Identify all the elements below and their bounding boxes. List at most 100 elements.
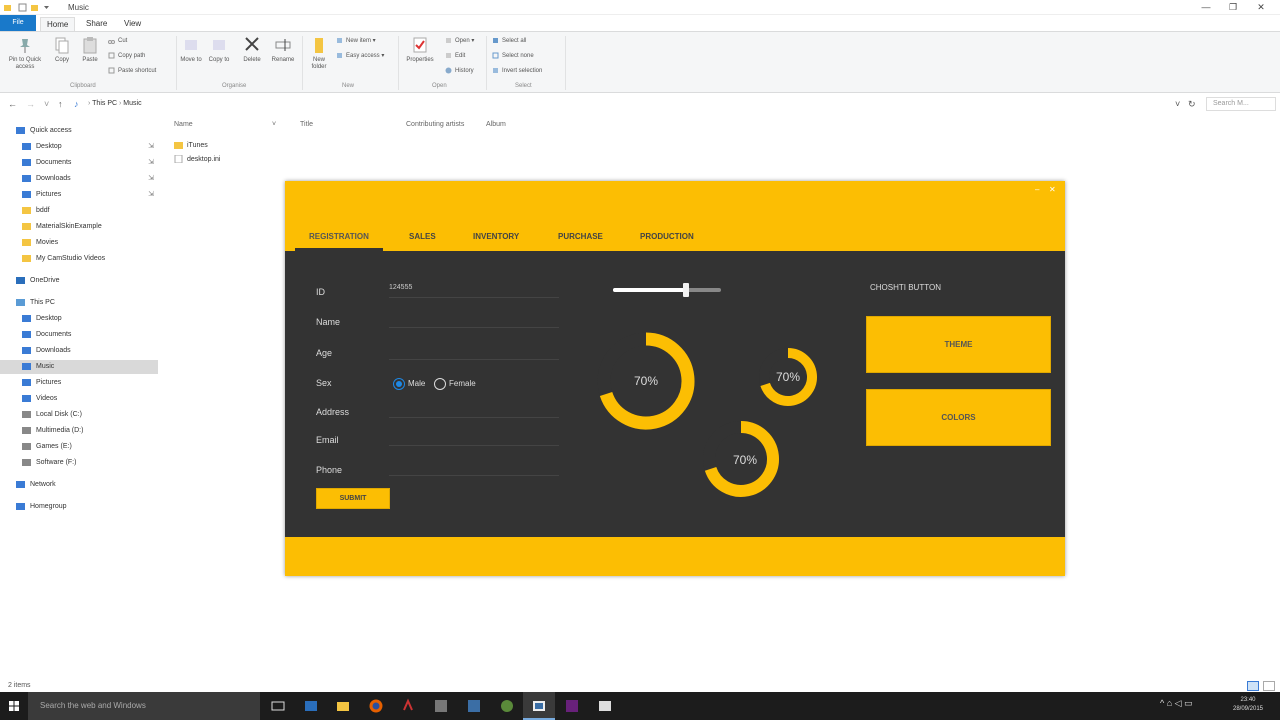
- refresh-icon[interactable]: ↻: [1188, 99, 1196, 110]
- address-input[interactable]: [389, 417, 559, 418]
- sidebar-item[interactable]: bddf: [0, 204, 158, 218]
- cut-button[interactable]: Cut: [108, 37, 127, 45]
- select-none-button[interactable]: Select none: [492, 52, 534, 60]
- sidebar-item[interactable]: Pictures: [0, 376, 158, 390]
- back-arrow-icon[interactable]: ←: [8, 99, 17, 109]
- app-icon-blue[interactable]: [466, 698, 482, 714]
- id-input[interactable]: 124555: [389, 284, 412, 291]
- slider[interactable]: [613, 283, 721, 297]
- tab-file[interactable]: File: [0, 15, 36, 31]
- tab-inventory[interactable]: INVENTORY: [473, 232, 519, 241]
- crumb-music[interactable]: Music: [123, 100, 141, 107]
- submit-button[interactable]: SUBMIT: [316, 488, 390, 509]
- female-radio[interactable]: [434, 378, 446, 390]
- new-folder-quick-icon[interactable]: [30, 3, 39, 12]
- taskbar-search-input[interactable]: Search the web and Windows: [28, 692, 260, 720]
- list-item[interactable]: desktop.ini: [174, 154, 220, 164]
- new-folder-button[interactable]: New folder: [306, 36, 332, 71]
- sidebar-item[interactable]: Videos: [0, 392, 158, 406]
- paste-shortcut-button[interactable]: Paste shortcut: [108, 67, 156, 75]
- pin-quick-access-button[interactable]: Pin to Quick access: [4, 36, 46, 71]
- sidebar-item[interactable]: Desktop ⇲: [0, 140, 158, 154]
- select-all-button[interactable]: Select all: [492, 37, 526, 45]
- sidebar-item[interactable]: Software (F:): [0, 456, 158, 470]
- sidebar-item[interactable]: My CamStudio Videos: [0, 252, 158, 266]
- sidebar-item[interactable]: Documents ⇲: [0, 156, 158, 170]
- open-button[interactable]: Open ▾: [445, 37, 474, 45]
- app-minimize-icon[interactable]: –: [1035, 185, 1039, 194]
- up-arrow-icon[interactable]: ↑: [58, 99, 63, 109]
- properties-quick-icon[interactable]: [18, 3, 27, 12]
- sidebar-item[interactable]: Music: [0, 360, 158, 374]
- paste-button[interactable]: Paste: [80, 36, 100, 64]
- colors-button[interactable]: COLORS: [866, 389, 1051, 446]
- sidebar-item[interactable]: Desktop: [0, 312, 158, 326]
- sort-chevron-icon[interactable]: ˅: [272, 121, 276, 128]
- close-button[interactable]: ✕: [1255, 2, 1267, 12]
- address-dropdown-icon[interactable]: ˅: [1175, 99, 1180, 109]
- column-title[interactable]: Title: [300, 121, 313, 128]
- sidebar-item-onedrive[interactable]: OneDrive: [0, 274, 158, 288]
- windows-start-icon[interactable]: [0, 692, 28, 720]
- edge-browser-icon[interactable]: [303, 698, 319, 714]
- new-item-button[interactable]: New item ▾: [336, 37, 376, 45]
- sidebar-item[interactable]: Games (E:): [0, 440, 158, 454]
- properties-button[interactable]: Properties: [402, 36, 438, 64]
- copy-button[interactable]: Copy: [52, 36, 72, 64]
- phone-input[interactable]: [389, 475, 559, 476]
- name-input[interactable]: [389, 327, 559, 328]
- tab-share[interactable]: Share: [80, 17, 113, 31]
- forward-arrow-icon[interactable]: →: [26, 99, 35, 109]
- sidebar-item-this-pc[interactable]: This PC: [0, 296, 158, 310]
- sidebar-item[interactable]: Movies: [0, 236, 158, 250]
- visual-studio-icon[interactable]: [564, 698, 580, 714]
- task-view-icon[interactable]: [270, 698, 286, 714]
- edit-button[interactable]: Edit: [445, 52, 465, 60]
- file-explorer-icon[interactable]: [335, 698, 351, 714]
- system-tray-icons[interactable]: ^ ⌂ ◁ ▭: [1160, 698, 1193, 709]
- search-input[interactable]: Search M...: [1206, 97, 1276, 111]
- camstudio-icon[interactable]: [597, 698, 613, 714]
- list-item[interactable]: iTunes: [174, 141, 208, 149]
- sidebar-item-homegroup[interactable]: Homegroup: [0, 500, 158, 514]
- app-icon-red[interactable]: [400, 698, 416, 714]
- sidebar-item-quick-access[interactable]: Quick access: [0, 124, 158, 138]
- details-view-icon[interactable]: [1247, 681, 1259, 691]
- sidebar-item[interactable]: Documents: [0, 328, 158, 342]
- sidebar-item[interactable]: Multimedia (D:): [0, 424, 158, 438]
- app-icon-green[interactable]: [499, 698, 515, 714]
- delete-button[interactable]: Delete: [240, 36, 264, 64]
- firefox-icon[interactable]: [368, 698, 384, 714]
- copy-to-button[interactable]: Copy to: [208, 36, 230, 64]
- email-input[interactable]: [389, 445, 559, 446]
- sidebar-item[interactable]: Downloads: [0, 344, 158, 358]
- crumb-this-pc[interactable]: This PC: [92, 100, 117, 107]
- theme-button[interactable]: THEME: [866, 316, 1051, 373]
- invert-selection-button[interactable]: Invert selection: [492, 67, 542, 75]
- sidebar-item[interactable]: Downloads ⇲: [0, 172, 158, 186]
- column-album[interactable]: Album: [486, 121, 506, 128]
- minimize-button[interactable]: —: [1200, 2, 1212, 12]
- slider-thumb[interactable]: [683, 283, 690, 297]
- tab-sales[interactable]: SALES: [409, 232, 436, 241]
- column-name[interactable]: Name: [174, 121, 193, 128]
- app-close-icon[interactable]: ✕: [1049, 185, 1056, 194]
- maximize-button[interactable]: ❐: [1227, 2, 1239, 12]
- sidebar-item[interactable]: Local Disk (C:): [0, 408, 158, 422]
- qa-dropdown-icon[interactable]: [42, 3, 51, 12]
- copy-path-button[interactable]: Copy path: [108, 52, 145, 60]
- male-radio[interactable]: [393, 378, 405, 390]
- age-input[interactable]: [389, 359, 559, 360]
- rename-button[interactable]: Rename: [268, 36, 298, 64]
- history-button[interactable]: History: [445, 67, 474, 75]
- column-contributing-artists[interactable]: Contributing artists: [406, 121, 464, 128]
- app-icon-gray[interactable]: [433, 698, 449, 714]
- large-icons-view-icon[interactable]: [1263, 681, 1275, 691]
- move-to-button[interactable]: Move to: [180, 36, 202, 64]
- sidebar-item[interactable]: Pictures ⇲: [0, 188, 158, 202]
- tab-production[interactable]: PRODUCTION: [640, 232, 694, 241]
- tab-view[interactable]: View: [118, 17, 147, 31]
- tab-registration[interactable]: REGISTRATION: [309, 232, 369, 241]
- sidebar-item-network[interactable]: Network: [0, 478, 158, 492]
- tab-home[interactable]: Home: [40, 17, 76, 31]
